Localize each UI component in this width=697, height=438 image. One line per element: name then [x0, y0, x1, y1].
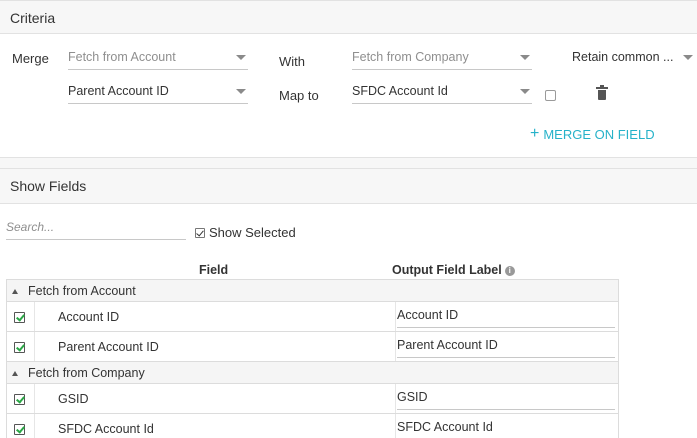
output-label-value: GSID — [397, 390, 428, 404]
group-row[interactable]: Fetch from Account — [7, 280, 618, 302]
field-name: Parent Account ID — [58, 340, 159, 354]
merge-source-value: Fetch from Account — [68, 50, 176, 64]
left-field-select[interactable]: Parent Account ID — [68, 78, 248, 104]
table-row: SFDC Account Id SFDC Account Id — [7, 414, 618, 438]
output-label-value: Parent Account ID — [397, 338, 498, 352]
row-checkbox[interactable] — [14, 394, 25, 405]
field-name: SFDC Account Id — [58, 422, 154, 436]
merge-on-field-label: MERGE ON FIELD — [543, 126, 655, 142]
merge-source-select[interactable]: Fetch from Account — [68, 44, 248, 70]
show-selected-toggle[interactable]: Show Selected — [195, 225, 296, 240]
with-source-value: Fetch from Company — [352, 50, 469, 64]
field-name: GSID — [58, 392, 89, 406]
info-icon[interactable]: i — [504, 266, 515, 276]
output-label-input[interactable]: GSID — [397, 384, 615, 410]
table-row: Account ID Account ID — [7, 302, 618, 332]
row-checkbox[interactable] — [14, 342, 25, 353]
caret-down-icon — [683, 55, 693, 60]
merge-on-field-button[interactable]: + MERGE ON FIELD — [530, 126, 655, 142]
group-row[interactable]: Fetch from Company — [7, 362, 618, 384]
output-label-input[interactable]: Parent Account ID — [397, 332, 615, 358]
expand-triangle-icon[interactable] — [12, 289, 18, 294]
map-to-label: Map to — [279, 88, 319, 103]
output-label-input[interactable]: SFDC Account Id — [397, 414, 615, 438]
show-fields-title: Show Fields — [10, 178, 87, 194]
output-label-value: Account ID — [397, 308, 459, 322]
search-field[interactable] — [6, 216, 186, 240]
map-checkbox[interactable] — [545, 90, 556, 101]
output-label-input[interactable]: Account ID — [397, 302, 615, 328]
merge-label: Merge — [12, 51, 49, 66]
output-label-header-text: Output Field Label — [392, 263, 502, 277]
expand-triangle-icon[interactable] — [12, 371, 18, 376]
output-label-value: SFDC Account Id — [397, 420, 493, 434]
caret-down-icon — [520, 55, 530, 60]
table-row: GSID GSID — [7, 384, 618, 414]
group-name: Fetch from Account — [28, 284, 136, 298]
show-selected-checkbox[interactable] — [195, 227, 205, 238]
criteria-header: Criteria — [0, 0, 697, 34]
field-column-header: Field — [199, 263, 229, 277]
show-selected-label: Show Selected — [209, 225, 296, 240]
retain-select[interactable]: Retain common ... — [572, 44, 693, 70]
plus-icon: + — [530, 125, 540, 142]
group-name: Fetch from Company — [28, 366, 145, 380]
right-field-value: SFDC Account Id — [352, 84, 448, 98]
search-input[interactable] — [6, 216, 186, 238]
caret-down-icon — [520, 89, 530, 94]
field-name: Account ID — [58, 310, 120, 324]
caret-down-icon — [236, 89, 246, 94]
section-divider — [0, 157, 697, 168]
criteria-title: Criteria — [10, 10, 56, 26]
output-label-column-header: Output Field Label i — [392, 263, 515, 277]
row-checkbox[interactable] — [14, 312, 25, 323]
right-field-select[interactable]: SFDC Account Id — [352, 78, 532, 104]
show-fields-header: Show Fields — [0, 168, 697, 204]
table-row: Parent Account ID Parent Account ID — [7, 332, 618, 362]
with-source-select[interactable]: Fetch from Company — [352, 44, 532, 70]
row-checkbox[interactable] — [14, 424, 25, 435]
trash-icon[interactable] — [596, 85, 608, 101]
with-label: With — [279, 54, 305, 69]
caret-down-icon — [236, 55, 246, 60]
fields-table: Fetch from Account Account ID Account ID… — [6, 279, 619, 438]
retain-value: Retain common ... — [572, 50, 674, 64]
left-field-value: Parent Account ID — [68, 84, 169, 98]
